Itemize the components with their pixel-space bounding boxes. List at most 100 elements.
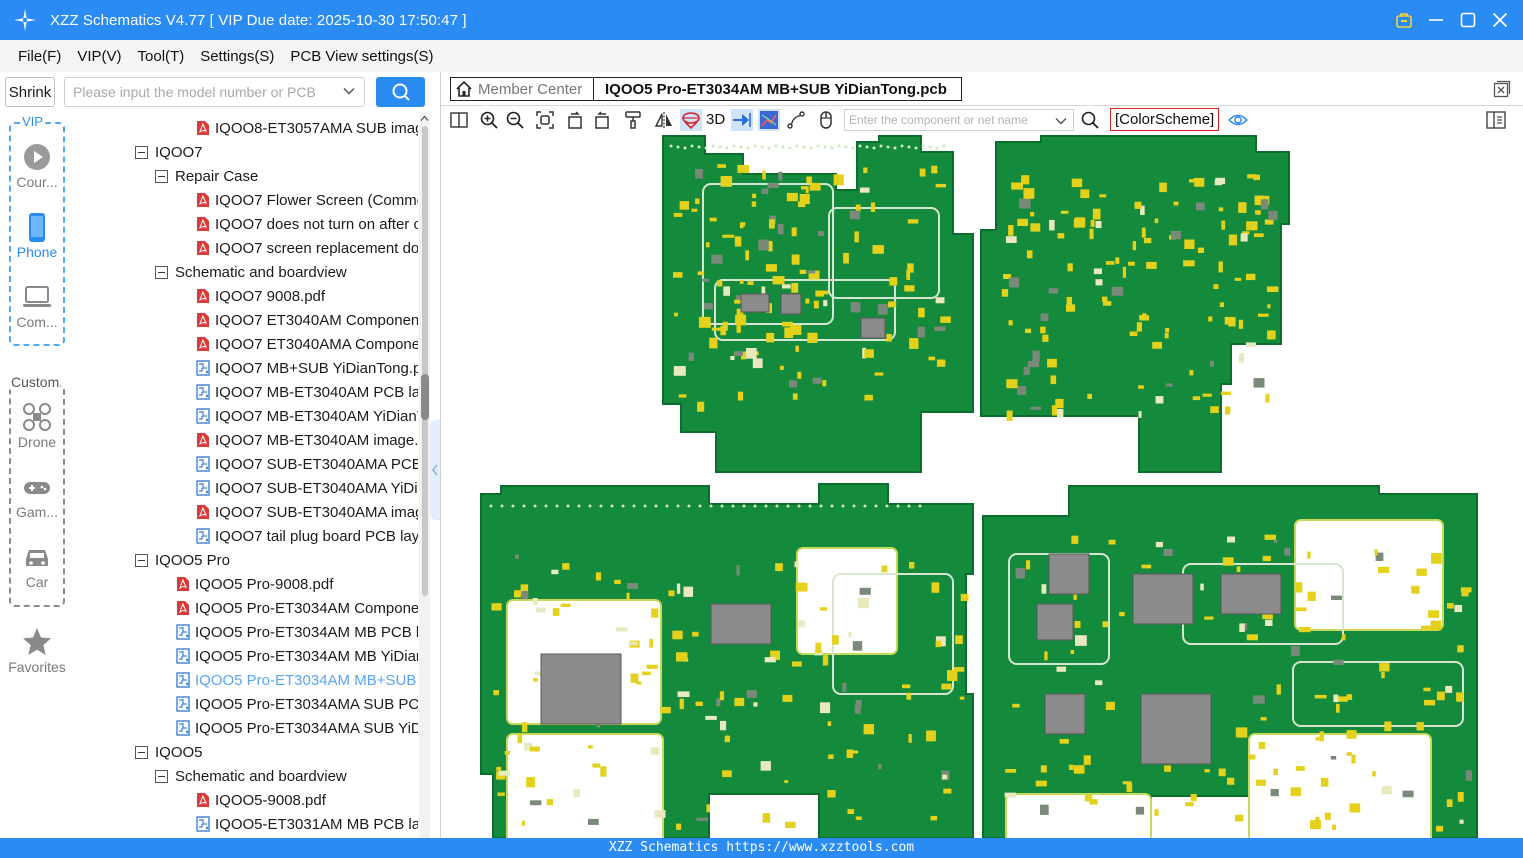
menu-pcb-view-settings[interactable]: PCB View settings(S) bbox=[290, 48, 433, 65]
scroll-up-icon[interactable] bbox=[420, 114, 429, 123]
mirror-icon bbox=[655, 112, 672, 128]
tree-folder[interactable]: IQOO5 Pro bbox=[135, 548, 230, 572]
rotate-left-button[interactable] bbox=[564, 109, 586, 131]
zoom-out-button[interactable] bbox=[504, 109, 526, 131]
tree-file[interactable]: IQOO7 MB+SUB YiDianTong.pc bbox=[196, 356, 418, 380]
tree-file[interactable]: IQOO5-9008.pdf bbox=[196, 788, 326, 812]
zoom-in-button[interactable] bbox=[478, 109, 500, 131]
pcb-pad bbox=[1067, 263, 1073, 272]
tree-file[interactable]: IQOO7 Flower Screen (Common bbox=[196, 188, 418, 212]
maximize-icon[interactable] bbox=[1459, 11, 1477, 29]
search-button[interactable] bbox=[376, 77, 425, 107]
tree-item-label: Repair Case bbox=[175, 167, 259, 185]
rail-item-games[interactable]: Gam... bbox=[4, 472, 70, 520]
rail-item-drone[interactable]: Drone bbox=[4, 402, 70, 450]
layer-color-button[interactable] bbox=[758, 109, 780, 131]
scroll-thumb[interactable] bbox=[421, 374, 429, 420]
tree-folder[interactable]: IQOO5 bbox=[135, 740, 203, 764]
tree-file[interactable]: IQOO5 Pro-ET3034AMA SUB PCB bbox=[176, 692, 418, 716]
tree-file[interactable]: IQOO5 Pro-ET3034AM MB PCB lay bbox=[176, 620, 418, 644]
flip-board-button[interactable] bbox=[622, 109, 644, 131]
fit-view-button[interactable] bbox=[534, 109, 556, 131]
3d-view-button[interactable]: 3D bbox=[706, 111, 725, 128]
pcb-via bbox=[914, 146, 918, 150]
tree-file[interactable]: IQOO7 SUB-ET3040AMA image bbox=[196, 500, 418, 524]
close-all-tabs-icon[interactable] bbox=[1493, 80, 1511, 98]
pcb-pad bbox=[1102, 301, 1112, 306]
collapse-toggle-icon[interactable] bbox=[135, 745, 148, 759]
tree-file[interactable]: IQOO5 Pro-9008.pdf bbox=[176, 572, 333, 596]
highlight-net-button[interactable] bbox=[680, 109, 702, 131]
tree-file[interactable]: IQOO7 MB-ET3040AM PCB laye bbox=[196, 380, 418, 404]
tree-file[interactable]: IQOO7 ET3040AMA Component bbox=[196, 332, 418, 356]
tree-folder[interactable]: IQOO7 bbox=[135, 140, 203, 164]
pcb-pad bbox=[1411, 585, 1420, 594]
split-view-button[interactable] bbox=[448, 109, 470, 131]
pcb-pad bbox=[881, 565, 888, 573]
tree-scrollbar[interactable] bbox=[419, 112, 430, 838]
tree-folder[interactable]: Schematic and boardview bbox=[155, 260, 347, 284]
collapse-toggle-icon[interactable] bbox=[135, 553, 148, 567]
menu-settings[interactable]: Settings(S) bbox=[200, 48, 274, 65]
tree-file[interactable]: IQOO7 MB-ET3040AM image.pc bbox=[196, 428, 418, 452]
component-search-button[interactable] bbox=[1079, 109, 1101, 131]
close-icon[interactable] bbox=[1491, 11, 1509, 29]
chevron-down-icon[interactable] bbox=[342, 84, 356, 98]
measure-button[interactable] bbox=[785, 109, 807, 131]
tree-file[interactable]: IQOO8-ET3057AMA SUB image.pd bbox=[196, 116, 418, 140]
tree-file[interactable]: IQOO7 SUB-ET3040AMA YiDian bbox=[196, 476, 418, 500]
tree-file[interactable]: IQOO5 Pro-ET3034AMA SUB YiDia bbox=[176, 716, 418, 740]
collapse-toggle-icon[interactable] bbox=[155, 169, 168, 183]
pcb-pad bbox=[846, 749, 854, 758]
mirror-button[interactable] bbox=[653, 109, 675, 131]
rail-item-courses[interactable]: Cour... bbox=[4, 142, 70, 190]
pcb-pad bbox=[1165, 383, 1173, 387]
tab-active-file[interactable]: IQOO5 Pro-ET3034AM MB+SUB YiDianTong.pcb bbox=[593, 77, 962, 101]
tree-file[interactable]: IQOO7 9008.pdf bbox=[196, 284, 325, 308]
tree-file[interactable]: IQOO7 does not turn on after cl bbox=[196, 212, 418, 236]
menu-vip[interactable]: VIP(V) bbox=[77, 48, 121, 65]
rail-item-computer[interactable]: Com... bbox=[4, 282, 70, 330]
chevron-down-icon[interactable] bbox=[1054, 114, 1068, 128]
tree-file[interactable]: IQOO5 Pro-ET3034AM Componen bbox=[176, 596, 418, 620]
pcb-pad bbox=[1102, 621, 1109, 628]
component-search-input[interactable] bbox=[845, 110, 1045, 130]
pcb-canvas[interactable] bbox=[441, 134, 1523, 838]
minimize-icon[interactable] bbox=[1427, 11, 1445, 29]
tree-file[interactable]: IQOO5-ET3031AM MB PCB laye bbox=[196, 812, 418, 836]
color-scheme-button[interactable]: [ColorScheme] bbox=[1110, 108, 1220, 131]
pcb-pad bbox=[491, 603, 502, 611]
model-search-input[interactable] bbox=[65, 78, 327, 106]
tree-folder[interactable]: Repair Case bbox=[155, 164, 258, 188]
panel-collapse-handle[interactable] bbox=[430, 420, 440, 520]
pcb-pad bbox=[1049, 219, 1055, 231]
collapse-toggle-icon[interactable] bbox=[135, 145, 148, 159]
tree-file[interactable]: IQOO5 Pro-ET3034AM MB+SUB Y bbox=[176, 668, 418, 692]
shrink-button[interactable]: Shrink bbox=[5, 77, 55, 107]
tree-file[interactable]: IQOO7 MB-ET3040AM YiDianTo bbox=[196, 404, 418, 428]
pdf-file-icon bbox=[197, 241, 209, 255]
rail-item-car[interactable]: Car bbox=[4, 542, 70, 590]
collapse-toggle-icon[interactable] bbox=[155, 265, 168, 279]
pcb-file-icon bbox=[196, 816, 210, 832]
tree-file[interactable]: IQOO7 tail plug board PCB laye bbox=[196, 524, 418, 548]
menu-tool[interactable]: Tool(T) bbox=[138, 48, 185, 65]
visibility-button[interactable] bbox=[1227, 109, 1249, 131]
rail-item-phone[interactable]: Phone bbox=[4, 212, 70, 260]
rotate-right-button[interactable] bbox=[591, 109, 613, 131]
pcb-board-drawing[interactable] bbox=[441, 134, 1523, 838]
tree-file[interactable]: IQOO7 screen replacement doe bbox=[196, 236, 418, 260]
mouse-mode-button[interactable] bbox=[815, 109, 837, 131]
tree-file[interactable]: IQOO7 ET3040AM Component ( bbox=[196, 308, 418, 332]
side-panel-button[interactable] bbox=[1485, 109, 1507, 131]
collapse-toggle-icon[interactable] bbox=[155, 769, 168, 783]
pcb-pad bbox=[1315, 816, 1320, 826]
select-mode-button[interactable] bbox=[731, 109, 753, 131]
tree-file[interactable]: IQOO7 SUB-ET3040AMA PCB la bbox=[196, 452, 418, 476]
tree-file[interactable]: IQOO5 Pro-ET3034AM MB YiDianT bbox=[176, 644, 418, 668]
menu-file[interactable]: File(F) bbox=[18, 48, 61, 65]
tree-folder[interactable]: Schematic and boardview bbox=[155, 764, 347, 788]
rail-item-favorites[interactable]: Favorites bbox=[4, 627, 70, 675]
pcb-pad bbox=[764, 657, 776, 663]
vip-badge-icon[interactable] bbox=[1395, 11, 1413, 29]
